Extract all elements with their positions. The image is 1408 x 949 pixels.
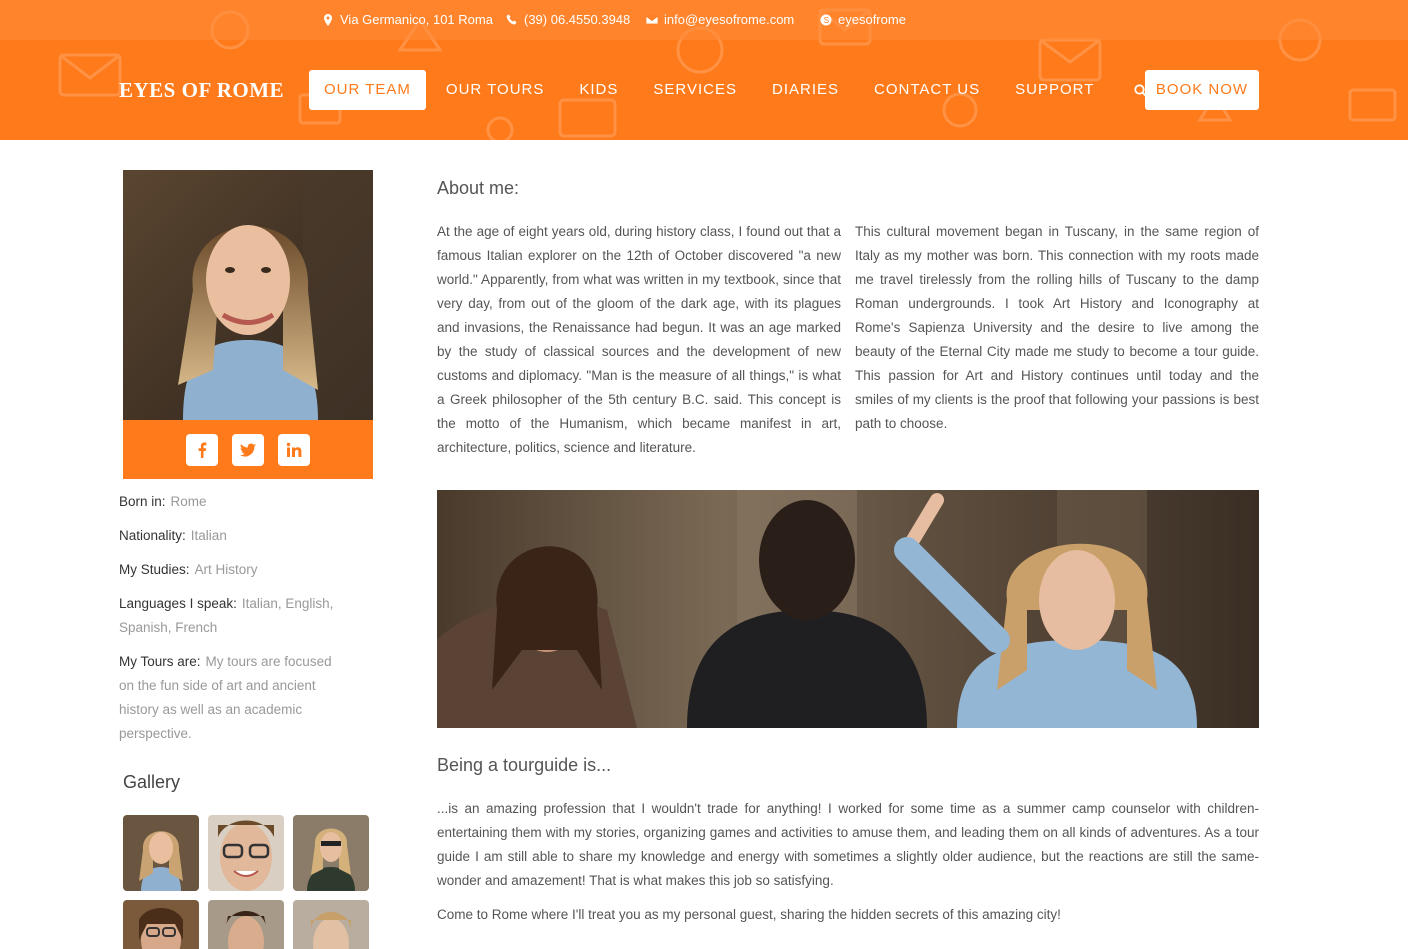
phone-item[interactable]: (39) 06.4550.3948 (506, 12, 630, 27)
site-logo[interactable]: EYES OF ROME (119, 78, 284, 103)
book-now-button[interactable]: BOOK NOW (1145, 70, 1259, 110)
gallery-thumb[interactable] (208, 815, 284, 891)
email-item[interactable]: info@eyesofrome.com (646, 12, 794, 27)
social-links (123, 420, 373, 479)
envelope-icon (646, 15, 658, 24)
address-item: Via Germanico, 101 Roma (322, 12, 493, 27)
about-paragraph-1: At the age of eight years old, during hi… (437, 224, 841, 455)
fact-value: Art History (194, 562, 258, 577)
gallery-thumb[interactable] (293, 900, 369, 949)
phone-text[interactable]: (39) 06.4550.3948 (524, 12, 630, 27)
about-paragraph-2: This cultural movement began in Tuscany,… (855, 224, 1259, 431)
fact-value: Italian (190, 528, 227, 543)
gallery-thumb[interactable] (208, 900, 284, 949)
profile-photo (123, 170, 373, 420)
fact-born-in: Born in: Rome (119, 490, 349, 514)
svg-text:S: S (824, 16, 829, 25)
tourguide-paragraph-2: Come to Rome where I'll treat you as my … (437, 907, 1061, 922)
email-text[interactable]: info@eyesofrome.com (664, 12, 794, 27)
skype-icon: S (820, 14, 832, 25)
nav-our-tours[interactable]: OUR TOURS (431, 70, 559, 110)
fact-label: My Studies: (119, 562, 190, 577)
gallery-thumb[interactable] (123, 815, 199, 891)
address-text: Via Germanico, 101 Roma (340, 12, 493, 27)
main-nav: OUR TEAM OUR TOURS KIDS SERVICES DIARIES… (309, 70, 1150, 110)
nav-services[interactable]: SERVICES (638, 70, 752, 110)
fact-label: Born in: (119, 494, 166, 509)
fact-tours: My Tours are: My tours are focused on the… (119, 650, 349, 746)
fact-label: Languages I speak: (119, 596, 237, 611)
twitter-icon[interactable] (232, 433, 264, 466)
skype-text[interactable]: eyesofrome (838, 12, 906, 27)
tourguide-title: Being a tourguide is... (437, 755, 612, 775)
map-marker-icon (324, 13, 332, 26)
nav-diaries[interactable]: DIARIES (757, 70, 854, 110)
gallery-thumb[interactable] (293, 815, 369, 891)
profile-facts: Born in: Rome Nationality: Italian My Stud… (119, 490, 349, 756)
nav-our-team[interactable]: OUR TEAM (309, 70, 426, 110)
tour-photo (437, 490, 1259, 728)
fact-studies: My Studies: Art History (119, 558, 349, 582)
fact-label: Nationality: (119, 528, 186, 543)
site-header: Via Germanico, 101 Roma (39) 06.4550.394… (0, 0, 1408, 140)
phone-icon (506, 14, 517, 24)
skype-item[interactable]: S eyesofrome (820, 12, 906, 27)
about-title: About me: (437, 178, 520, 198)
nav-kids[interactable]: KIDS (564, 70, 633, 110)
fact-label: My Tours are: (119, 654, 201, 669)
gallery-title: Gallery (123, 772, 181, 792)
facebook-icon[interactable] (186, 433, 218, 466)
linkedin-icon[interactable] (278, 433, 310, 466)
fact-languages: Languages I speak: Italian, English, Span… (119, 592, 349, 640)
nav-support[interactable]: SUPPORT (1000, 70, 1109, 110)
tourguide-paragraph-1: ...is an amazing profession that I would… (437, 801, 1259, 888)
fact-nationality: Nationality: Italian (119, 524, 349, 548)
gallery-thumb[interactable] (123, 900, 199, 949)
nav-contact-us[interactable]: CONTACT US (859, 70, 995, 110)
contact-topbar: Via Germanico, 101 Roma (39) 06.4550.394… (0, 0, 1408, 40)
fact-value: Rome (170, 494, 207, 509)
